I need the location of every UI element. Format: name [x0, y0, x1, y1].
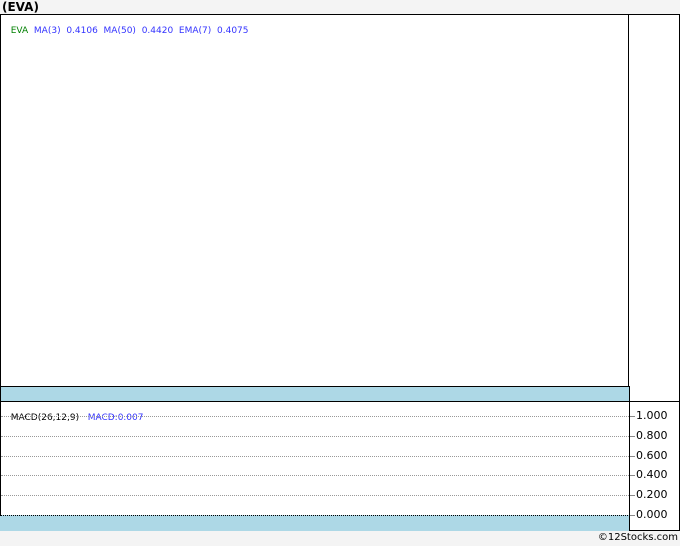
gridline	[1, 455, 629, 457]
y-tick-label: 0.600	[636, 448, 668, 462]
legend-ma50-value: 0.4420	[141, 26, 174, 36]
y-tick	[630, 435, 635, 437]
price-date-band	[0, 386, 630, 402]
legend-ma50: MA(50)	[103, 26, 136, 36]
macd-panel: MACD(26,12,9) MACD:0.007	[0, 401, 680, 531]
y-tick	[630, 475, 635, 477]
gridline	[1, 435, 629, 437]
price-legend: EVA MA(3) 0.4106 MA(50) 0.4420 EMA(7) 0.…	[5, 16, 249, 46]
macd-label: MACD(26,12,9)	[10, 413, 80, 423]
gridline	[1, 495, 629, 497]
y-tick	[630, 495, 635, 497]
legend-ema7-value: 0.4075	[217, 26, 249, 36]
gridline	[1, 416, 629, 417]
y-tick-label: 1.000	[636, 409, 668, 422]
y-tick-label: 0.800	[636, 428, 668, 442]
y-tick	[630, 455, 635, 457]
chart-title: (EVA)	[2, 0, 39, 14]
y-tick-label: 0.400	[636, 468, 668, 482]
y-tick-label: 0.000	[636, 508, 668, 521]
y-tick	[630, 416, 635, 417]
legend-symbol: EVA	[10, 26, 29, 36]
legend-ma3: MA(3)	[33, 26, 61, 36]
y-tick-label: 0.200	[636, 488, 668, 502]
axis-divider	[629, 401, 630, 531]
macd-date-band	[0, 515, 630, 531]
legend-ma3-value: 0.4106	[66, 26, 98, 36]
macd-value: MACD:0.007	[87, 413, 144, 423]
price-panel: EVA MA(3) 0.4106 MA(50) 0.4420 EMA(7) 0.…	[0, 14, 629, 387]
gridline	[1, 475, 629, 477]
y-tick	[630, 515, 635, 516]
copyright: ©12Stocks.com	[597, 532, 678, 543]
price-axis	[629, 14, 680, 402]
legend-ema7: EMA(7)	[178, 26, 212, 36]
macd-legend: MACD(26,12,9) MACD:0.007	[5, 403, 144, 433]
